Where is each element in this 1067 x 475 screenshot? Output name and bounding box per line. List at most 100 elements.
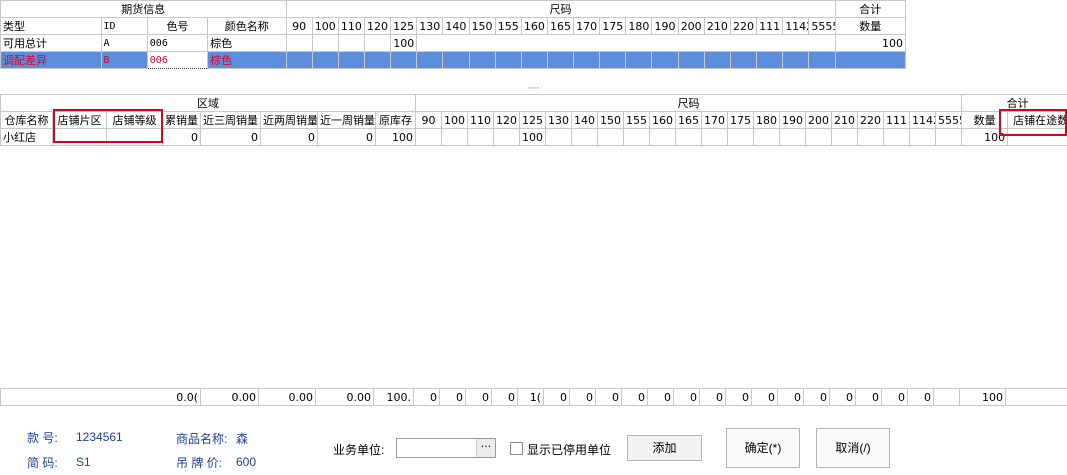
col-header-size[interactable]: 111 [883, 111, 910, 129]
cell-size[interactable] [285, 34, 313, 52]
cell-cumulative-sales[interactable]: 0 [162, 128, 201, 146]
cell-size[interactable] [311, 51, 339, 69]
col-header-id[interactable]: ID [100, 17, 148, 35]
cell-store-region[interactable] [52, 128, 107, 146]
cell-size[interactable] [701, 128, 728, 146]
confirm-button[interactable]: 确定(*) [726, 428, 800, 468]
col-header-size[interactable]: 90 [285, 17, 313, 35]
cell-color-name[interactable]: 棕色 [207, 34, 287, 52]
cell-size[interactable] [883, 128, 910, 146]
col-header-size[interactable]: 130 [416, 17, 444, 35]
col-header-size[interactable]: 120 [363, 17, 392, 35]
cell-size[interactable] [831, 128, 858, 146]
col-header-size[interactable]: 190 [779, 111, 806, 129]
cell-size[interactable] [703, 51, 731, 69]
col-header-size[interactable]: 165 [675, 111, 702, 129]
cell-size[interactable] [571, 128, 598, 146]
cell-size[interactable] [625, 51, 653, 69]
col-header-3week-sales[interactable]: 近三周销量 [200, 111, 261, 129]
cell-size[interactable] [493, 128, 520, 146]
col-header-size[interactable]: 150 [468, 17, 496, 35]
cell-size[interactable] [545, 128, 572, 146]
cell-size[interactable] [805, 128, 832, 146]
col-header-size[interactable]: 175 [727, 111, 754, 129]
col-header-color-code[interactable]: 色号 [146, 17, 209, 35]
col-header-size[interactable]: 170 [701, 111, 728, 129]
cell-size[interactable] [494, 51, 522, 69]
cell-warehouse[interactable]: 小红店 [0, 128, 53, 146]
table-row[interactable]: 小红店 0 0 0 0 100 100 100 [0, 128, 1067, 146]
cell-size[interactable] [779, 128, 806, 146]
col-header-size[interactable]: 155 [623, 111, 650, 129]
col-header-size[interactable]: 5555 [934, 111, 963, 129]
cell-type[interactable]: 调配差异 [0, 51, 102, 69]
cell-size[interactable] [909, 128, 936, 146]
cell-size[interactable] [363, 51, 392, 69]
business-unit-input[interactable]: ··· [396, 438, 496, 458]
cell-size[interactable] [546, 51, 575, 69]
col-header-size[interactable]: 220 [857, 111, 884, 129]
show-disabled-checkbox[interactable] [510, 442, 523, 455]
cell-size[interactable] [753, 128, 780, 146]
grid-splitter[interactable]: ···· [0, 85, 1067, 94]
col-header-store-level[interactable]: 店铺等级 [106, 111, 163, 129]
col-header-size[interactable]: 200 [677, 17, 705, 35]
col-header-size[interactable]: 110 [467, 111, 494, 129]
cell-size[interactable] [727, 128, 754, 146]
col-header-store-region[interactable]: 店铺片区 [52, 111, 107, 129]
col-header-size[interactable]: 150 [597, 111, 624, 129]
col-header-size[interactable]: 120 [493, 111, 520, 129]
cell-size[interactable]: 100 [390, 34, 418, 52]
col-header-size[interactable]: 210 [703, 17, 731, 35]
col-header-original-stock[interactable]: 原库存 [375, 111, 416, 129]
col-header-warehouse[interactable]: 仓库名称 [0, 111, 53, 129]
cell-size[interactable] [597, 128, 624, 146]
cell-size[interactable] [467, 128, 494, 146]
cancel-button[interactable]: 取消(/) [816, 428, 890, 468]
cell-original-stock[interactable]: 100 [375, 128, 416, 146]
cell-quantity[interactable] [834, 51, 907, 69]
cell-size[interactable] [934, 128, 963, 146]
col-header-size[interactable]: 170 [573, 17, 601, 35]
cell-size[interactable] [390, 51, 418, 69]
col-header-size[interactable]: 210 [831, 111, 858, 129]
cell-color-code[interactable]: 006 [146, 34, 209, 52]
cell-size[interactable] [573, 51, 601, 69]
cell-size[interactable] [677, 51, 705, 69]
cell-size[interactable] [416, 51, 444, 69]
cell-size[interactable] [415, 128, 442, 146]
cell-size[interactable] [782, 51, 810, 69]
cell-size[interactable] [468, 51, 496, 69]
cell-size[interactable] [623, 128, 650, 146]
cell-size[interactable] [857, 128, 884, 146]
col-header-size[interactable]: 190 [651, 17, 679, 35]
col-header-size[interactable]: 180 [625, 17, 653, 35]
cell-size[interactable] [756, 51, 784, 69]
col-header-size[interactable]: 125 [390, 17, 418, 35]
col-header-size[interactable]: 180 [753, 111, 780, 129]
col-header-size[interactable]: 1142 [782, 17, 810, 35]
cell-size[interactable]: 100 [519, 128, 546, 146]
ellipsis-button[interactable]: ··· [476, 439, 495, 457]
col-header-quantity[interactable]: 数量 [834, 17, 907, 35]
cell-in-transit[interactable] [1007, 128, 1067, 146]
cell-store-level[interactable] [106, 128, 163, 146]
col-header-size[interactable]: 100 [441, 111, 468, 129]
cell-size[interactable] [599, 51, 627, 69]
cell-color-name[interactable]: 棕色 [207, 51, 287, 69]
cell-2week-sales[interactable]: 0 [260, 128, 318, 146]
cell-size[interactable] [441, 128, 468, 146]
col-header-size[interactable]: 90 [415, 111, 442, 129]
cell-quantity[interactable]: 100 [834, 34, 907, 52]
col-header-size[interactable]: 155 [494, 17, 522, 35]
col-header-size[interactable]: 165 [546, 17, 575, 35]
col-header-size[interactable]: 110 [337, 17, 365, 35]
col-header-size[interactable]: 160 [649, 111, 676, 129]
cell-size[interactable] [520, 51, 548, 69]
col-header-size[interactable]: 140 [442, 17, 470, 35]
cell-size[interactable] [808, 51, 836, 69]
col-header-size[interactable]: 140 [571, 111, 598, 129]
col-header-type[interactable]: 类型 [0, 17, 102, 35]
cell-size[interactable] [649, 128, 676, 146]
col-header-size[interactable]: 125 [519, 111, 546, 129]
